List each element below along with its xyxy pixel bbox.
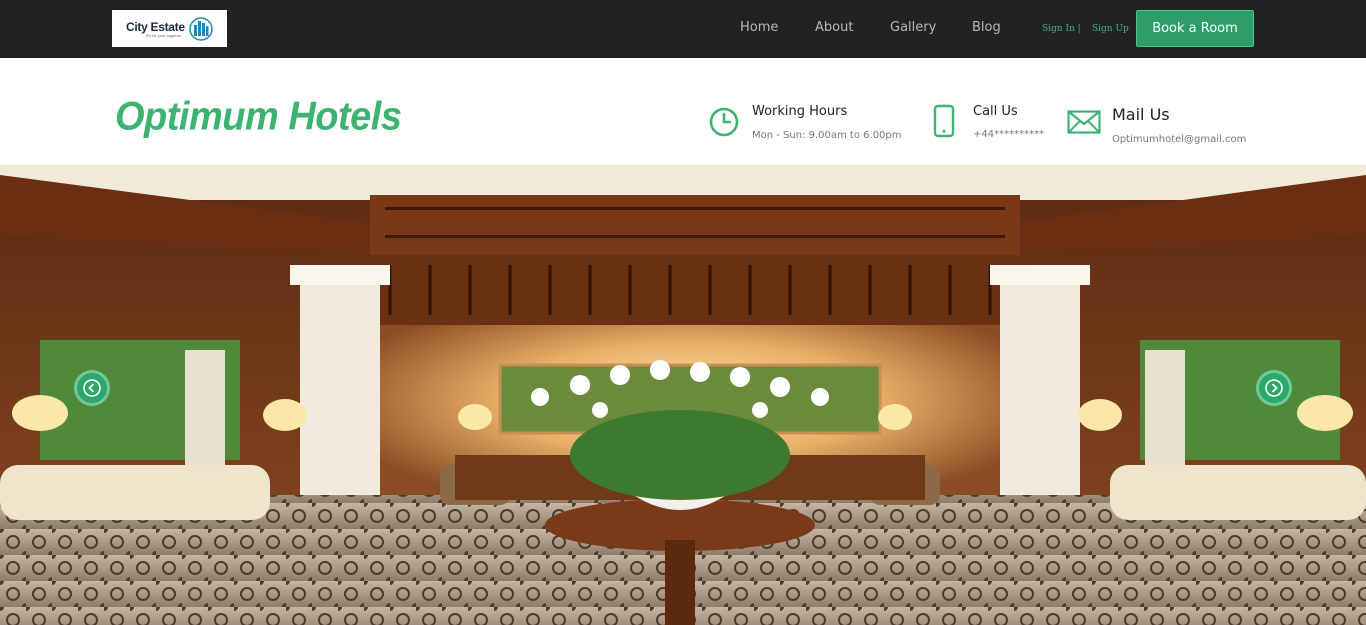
mail-us-value[interactable]: Optimumhotel@gmail.com <box>1112 134 1246 145</box>
building-logo-icon <box>189 17 213 41</box>
book-room-button[interactable]: Book a Room <box>1136 10 1254 47</box>
nav-home[interactable]: Home <box>740 20 778 35</box>
logo[interactable]: City Estate It's for your hygiene <box>112 10 227 47</box>
slider-next-button[interactable] <box>1256 370 1292 406</box>
nav-gallery[interactable]: Gallery <box>890 20 936 35</box>
slider-prev-button[interactable] <box>74 370 110 406</box>
mail-us-title: Mail Us <box>1112 105 1170 124</box>
working-hours-title: Working Hours <box>752 104 848 119</box>
working-hours-value: Mon - Sun: 9.00am to 6.00pm <box>752 130 902 141</box>
brand-title[interactable]: Optimum Hotels <box>115 95 402 140</box>
sign-in-link[interactable]: Sign In | <box>1042 24 1081 34</box>
clock-icon <box>709 107 739 137</box>
logo-text: City Estate <box>126 20 185 34</box>
hero-carousel <box>0 165 1366 625</box>
logo-tagline: It's for your hygiene <box>146 33 181 38</box>
envelope-icon <box>1067 110 1101 134</box>
nav-blog[interactable]: Blog <box>972 20 1001 35</box>
chevron-left-icon <box>83 379 101 397</box>
chevron-right-icon <box>1265 379 1283 397</box>
call-us-title: Call Us <box>973 104 1018 119</box>
sign-up-link[interactable]: Sign Up <box>1092 24 1129 34</box>
call-us-value[interactable]: +44********** <box>973 129 1044 140</box>
nav-about[interactable]: About <box>815 20 853 35</box>
hotel-lobby-image <box>0 165 1366 625</box>
phone-icon <box>933 104 955 138</box>
top-navbar: City Estate It's for your hygiene Home A… <box>0 0 1366 58</box>
